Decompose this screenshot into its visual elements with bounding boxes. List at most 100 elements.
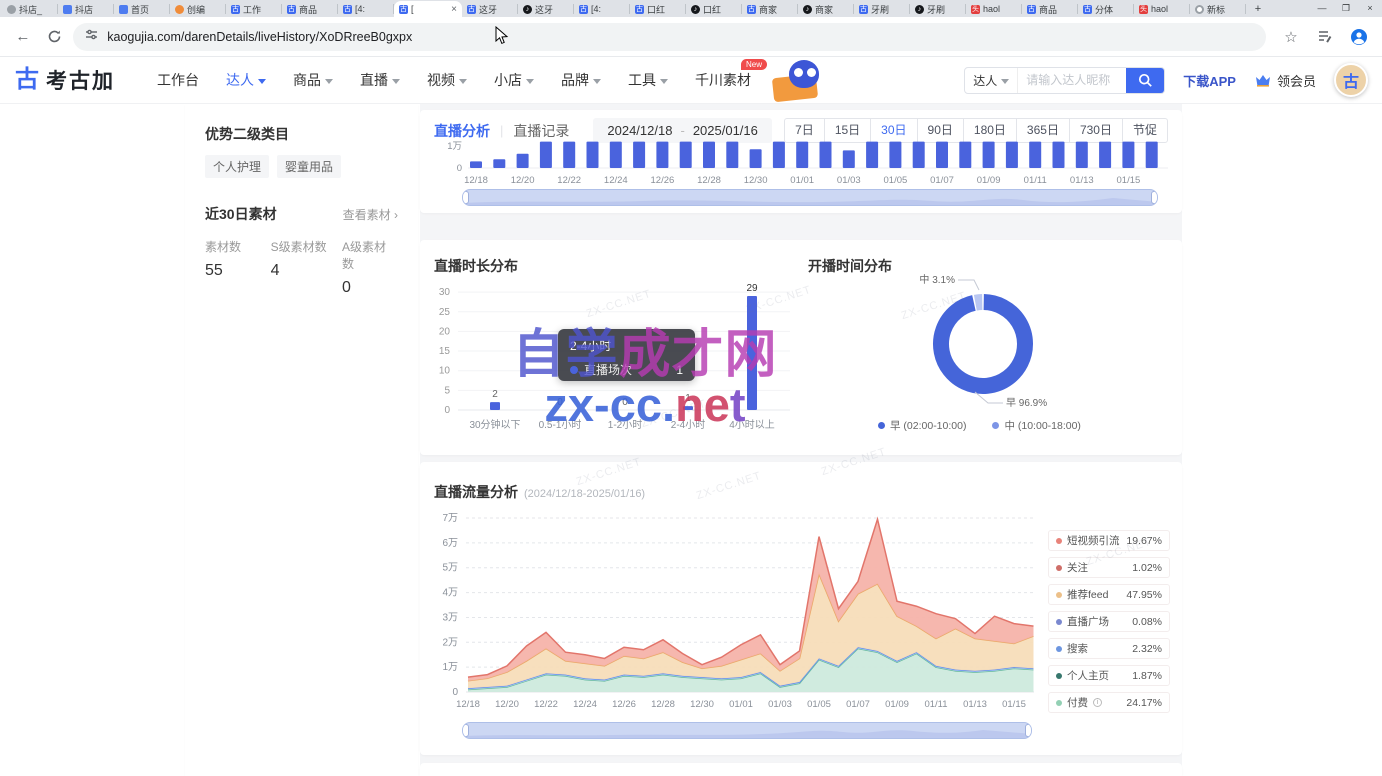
brush-handle-right[interactable]: [1151, 191, 1158, 204]
nav-item-workbench[interactable]: 工作台: [157, 70, 199, 90]
browser-tab[interactable]: ♪口红: [686, 1, 742, 17]
legend-item-直播广场[interactable]: 直播广场0.08%: [1048, 611, 1170, 632]
daily-sessions-chart[interactable]: 1万012/1812/2012/2212/2412/2612/2812/3001…: [432, 138, 1172, 188]
browser-tab[interactable]: 古商品: [1022, 1, 1078, 17]
download-app-link[interactable]: 下载APP: [1183, 71, 1236, 90]
browser-tab[interactable]: 新标: [1190, 1, 1246, 17]
browser-tab[interactable]: 抖店: [58, 1, 114, 17]
legend-label: 中 (10:00-18:00): [1004, 418, 1080, 433]
tab-title: 商家: [815, 3, 849, 16]
browser-tab[interactable]: 首页: [114, 1, 170, 17]
donut-legend: 早 (02:00-10:00) 中 (10:00-18:00): [878, 418, 1081, 433]
donut-legend-item[interactable]: 中 (10:00-18:00): [992, 418, 1080, 433]
reload-icon[interactable]: [42, 24, 68, 50]
nav-item-video[interactable]: 视频: [427, 70, 467, 90]
close-button[interactable]: ×: [1358, 0, 1382, 17]
svg-text:1: 1: [685, 393, 691, 404]
view-material-link[interactable]: 查看素材 ›: [343, 206, 398, 223]
kgj-favicon: 古: [747, 5, 756, 14]
legend-dot: [1056, 673, 1062, 679]
new-tab-button[interactable]: +: [1246, 1, 1270, 17]
svg-text:12/18: 12/18: [456, 699, 480, 710]
browser-tab[interactable]: 古分体: [1078, 1, 1134, 17]
tab-close-icon[interactable]: ×: [451, 4, 457, 15]
svg-text:12/24: 12/24: [573, 699, 597, 710]
search-category-dropdown[interactable]: 达人: [965, 68, 1018, 93]
nav-item-brand[interactable]: 品牌: [561, 70, 601, 90]
svg-text:12/20: 12/20: [495, 699, 519, 710]
daily-chart-brush[interactable]: [462, 189, 1158, 206]
svg-text:4万: 4万: [442, 588, 458, 599]
minimize-button[interactable]: —: [1310, 0, 1334, 17]
svg-text:12/26: 12/26: [651, 175, 675, 186]
browser-tab[interactable]: 古商家: [742, 1, 798, 17]
legend-item-搜索[interactable]: 搜索2.32%: [1048, 638, 1170, 659]
stat-item: 素材数55: [205, 238, 271, 297]
nav-item-tools[interactable]: 工具: [628, 70, 668, 90]
browser-tab[interactable]: ♪这牙: [518, 1, 574, 17]
browser-tab[interactable]: 古商品: [282, 1, 338, 17]
browser-tab[interactable]: 抖店_: [2, 1, 58, 17]
site-info-icon[interactable]: [85, 28, 98, 46]
logo-text: 考古加: [46, 65, 115, 95]
stat-label: A级素材数: [342, 238, 398, 272]
browser-tab[interactable]: 古口红: [630, 1, 686, 17]
browser-tab[interactable]: 创编: [170, 1, 226, 17]
chevron-down-icon: [325, 79, 333, 84]
profile-avatar-icon[interactable]: [1346, 24, 1372, 50]
get-membership-link[interactable]: 领会员: [1254, 71, 1316, 90]
nav-item-daren[interactable]: 达人: [226, 70, 266, 90]
restore-button[interactable]: ❐: [1334, 0, 1358, 17]
nav-item-qianchuan[interactable]: 千川素材New: [695, 70, 751, 90]
brush-handle-left[interactable]: [462, 724, 469, 737]
kaogujia-logo[interactable]: 古 考古加: [14, 65, 115, 95]
browser-tab[interactable]: 古[4:: [338, 1, 394, 17]
reading-list-icon[interactable]: [1312, 24, 1338, 50]
browser-tab[interactable]: 古牙刷: [854, 1, 910, 17]
stat-value: 55: [205, 262, 271, 280]
traffic-area-chart[interactable]: 7万6万5万4万3万2万1万012/1812/2012/2212/2412/26…: [424, 504, 1042, 716]
address-bar[interactable]: kaogujia.com/darenDetails/liveHistory/Xo…: [73, 23, 1266, 51]
browser-tab-strip: 抖店_抖店首页创编古工作古商品古[4:古[×古这牙♪这牙古[4:古口红♪口红古商…: [0, 0, 1382, 17]
browser-tab[interactable]: 古[4:: [574, 1, 630, 17]
browser-tab[interactable]: 头haol: [966, 1, 1022, 17]
search-category-label: 达人: [973, 72, 997, 89]
browser-tab[interactable]: ♪商家: [798, 1, 854, 17]
mascot-icon: [769, 58, 829, 102]
svg-text:5: 5: [444, 385, 450, 396]
user-avatar[interactable]: 古: [1334, 63, 1368, 97]
category-tag[interactable]: 个人护理: [205, 155, 269, 178]
nav-item-goods[interactable]: 商品: [293, 70, 333, 90]
donut-legend-item[interactable]: 早 (02:00-10:00): [878, 418, 966, 433]
browser-tab[interactable]: 头haol: [1134, 1, 1190, 17]
browser-window: { "browser": { "tabs": [ {"label":"抖店_",…: [0, 0, 1382, 776]
legend-item-短视频引流[interactable]: 短视频引流19.67%: [1048, 530, 1170, 551]
browser-tab[interactable]: 古工作: [226, 1, 282, 17]
bookmark-star-icon[interactable]: ☆: [1278, 24, 1304, 50]
brush-handle-right[interactable]: [1025, 724, 1032, 737]
nav-item-live[interactable]: 直播: [360, 70, 400, 90]
legend-label: 直播广场: [1067, 614, 1109, 629]
back-icon[interactable]: ←: [10, 24, 36, 50]
legend-item-个人主页[interactable]: 个人主页1.87%: [1048, 665, 1170, 686]
chrome-favicon: [1195, 5, 1204, 14]
traffic-chart-brush[interactable]: [462, 722, 1032, 739]
search-input[interactable]: [1018, 68, 1126, 93]
kgj-favicon: 古: [343, 5, 352, 14]
nav-item-shop[interactable]: 小店: [494, 70, 534, 90]
tab-title: 分体: [1095, 3, 1129, 16]
douyin-favicon: ♪: [803, 5, 812, 14]
search-button[interactable]: [1126, 67, 1164, 94]
kgj-favicon: 古: [231, 5, 240, 14]
browser-tab[interactable]: 古这牙: [462, 1, 518, 17]
browser-tab[interactable]: ♪牙刷: [910, 1, 966, 17]
browser-tab[interactable]: 古[×: [394, 1, 462, 17]
legend-item-推荐feed[interactable]: 推荐feed47.95%: [1048, 584, 1170, 605]
brush-handle-left[interactable]: [462, 191, 469, 204]
start-time-donut[interactable]: 中 3.1%早 96.9%: [808, 266, 1180, 418]
legend-item-关注[interactable]: 关注1.02%: [1048, 557, 1170, 578]
category-tag[interactable]: 婴童用品: [277, 155, 341, 178]
legend-item-付费[interactable]: 付费i24.17%: [1048, 692, 1170, 713]
svg-text:0: 0: [452, 687, 458, 698]
daren-search-box: 达人: [964, 67, 1165, 94]
